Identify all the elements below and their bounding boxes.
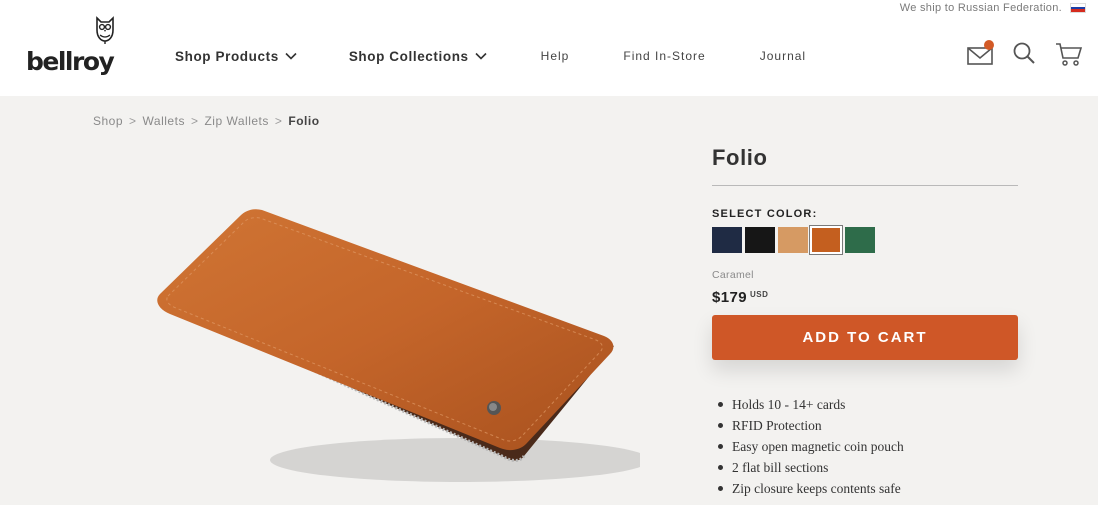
price-currency: USD xyxy=(749,290,769,299)
swatch-navy[interactable] xyxy=(712,227,742,253)
selected-color-name: Caramel xyxy=(712,269,754,281)
nav-journal-label: Journal xyxy=(759,49,807,63)
breadcrumb-separator: > xyxy=(190,114,199,128)
price-amount: $179 xyxy=(712,289,747,306)
list-item: RFID Protection xyxy=(712,415,1018,436)
list-item: 2 flat bill sections xyxy=(712,457,1018,478)
logo-wordmark: bellroy xyxy=(26,47,115,76)
owl-icon xyxy=(96,16,114,44)
notification-dot xyxy=(984,40,994,50)
ship-notice-text: We ship to Russian Federation. xyxy=(899,2,1062,14)
list-item: Easy open magnetic coin pouch xyxy=(712,436,1018,457)
nav-shop-products-label: Shop Products xyxy=(175,48,279,64)
cart-button[interactable] xyxy=(1054,40,1084,68)
breadcrumb-link-zip-wallets[interactable]: Zip Wallets xyxy=(204,114,268,128)
list-item: Zip closure keeps contents safe xyxy=(712,478,1018,499)
add-to-cart-button[interactable]: ADD TO CART xyxy=(712,315,1018,360)
search-icon xyxy=(1013,42,1035,64)
wallet-illustration xyxy=(157,209,650,482)
search-button[interactable] xyxy=(1010,40,1040,68)
product-panel: Folio SELECT COLOR: Caramel $179 USD ADD… xyxy=(712,145,1018,499)
bellroy-logo[interactable]: bellroy xyxy=(26,14,126,76)
nav-help[interactable]: Help xyxy=(541,49,570,63)
nav-find-in-store-label: Find In-Store xyxy=(623,49,706,63)
breadcrumb-separator: > xyxy=(129,114,137,128)
nav-find-in-store[interactable]: Find In-Store xyxy=(623,49,705,63)
swatch-caramel[interactable] xyxy=(810,226,842,254)
chevron-down-icon xyxy=(285,52,297,60)
russia-flag-icon[interactable] xyxy=(1070,3,1086,13)
breadcrumb-link-wallets[interactable]: Wallets xyxy=(143,114,185,128)
header-icons xyxy=(966,40,1084,68)
site-header: We ship to Russian Federation. bellroy S… xyxy=(0,0,1098,96)
swatch-green[interactable] xyxy=(845,227,875,253)
breadcrumb: Shop > Wallets > Zip Wallets > Folio xyxy=(93,114,320,128)
price: $179 USD xyxy=(712,289,1018,306)
nav-shop-collections-label: Shop Collections xyxy=(348,48,469,64)
product-title: Folio xyxy=(712,145,1018,186)
nav-help-label: Help xyxy=(540,49,570,63)
breadcrumb-separator: > xyxy=(274,114,283,128)
breadcrumb-current: Folio xyxy=(288,114,320,128)
chevron-down-icon xyxy=(475,52,487,60)
cart-icon xyxy=(1056,43,1083,66)
nav-shop-products[interactable]: Shop Products xyxy=(175,49,297,64)
main-nav: Shop Products Shop Collections Help Find… xyxy=(175,46,806,66)
swatch-black[interactable] xyxy=(745,227,775,253)
swatch-tan[interactable] xyxy=(778,227,808,253)
feature-list: Holds 10 - 14+ cards RFID Protection Eas… xyxy=(712,394,1018,499)
mail-button[interactable] xyxy=(966,40,996,68)
product-image[interactable] xyxy=(140,190,650,500)
breadcrumb-link-shop[interactable]: Shop xyxy=(93,114,123,128)
nav-journal[interactable]: Journal xyxy=(760,49,806,63)
list-item: Holds 10 - 14+ cards xyxy=(712,394,1018,415)
color-swatches xyxy=(712,226,1018,254)
ship-notice-bar: We ship to Russian Federation. xyxy=(900,0,1086,16)
select-color-label: SELECT COLOR: xyxy=(712,208,818,220)
nav-shop-collections[interactable]: Shop Collections xyxy=(349,49,487,64)
